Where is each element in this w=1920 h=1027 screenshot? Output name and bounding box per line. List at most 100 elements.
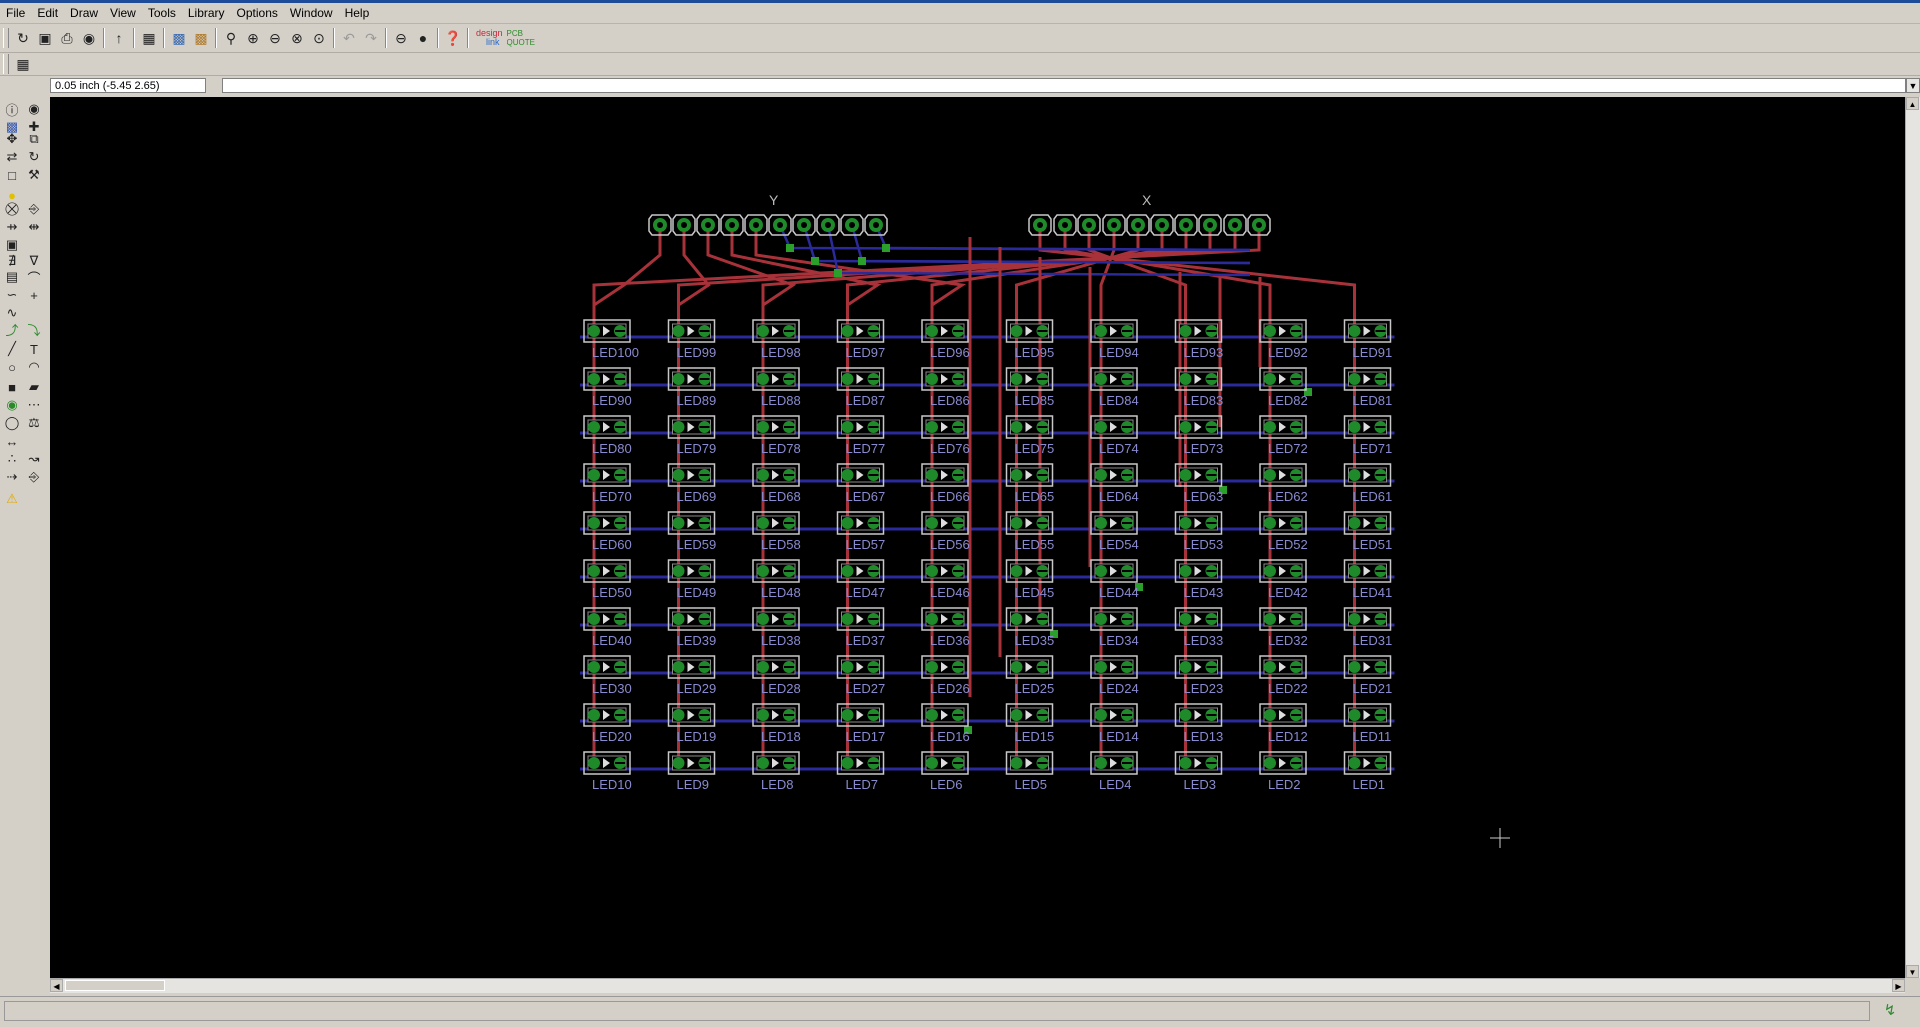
via-icon[interactable]: ◉ <box>3 396 21 414</box>
menu-view[interactable]: View <box>104 3 142 23</box>
print-icon[interactable]: ⎙ <box>56 27 78 49</box>
command-history-dropdown[interactable]: ▼ <box>1906 78 1920 93</box>
scroll-right-icon[interactable]: ▶ <box>1892 979 1905 992</box>
add-icon[interactable]: ⎆ <box>25 200 43 218</box>
text-icon[interactable]: T <box>25 340 43 358</box>
signal-icon[interactable]: ⋯ <box>25 396 43 414</box>
info-icon[interactable]: ⓘ <box>3 100 21 118</box>
menu-help[interactable]: Help <box>339 3 376 23</box>
attribute-icon[interactable]: ⚖ <box>25 414 43 432</box>
led-label: LED97 <box>846 345 886 360</box>
group-icon[interactable]: □ <box>3 166 21 184</box>
toolbar-grip[interactable] <box>3 54 9 74</box>
led-label: LED10 <box>592 777 632 792</box>
move-icon[interactable]: ✥ <box>3 130 21 148</box>
script-icon[interactable]: ↑ <box>108 27 130 49</box>
hole-icon[interactable]: ◯ <box>3 414 21 432</box>
vertical-scrollbar[interactable]: ▲ ▼ <box>1905 97 1920 978</box>
dimension-icon[interactable]: ↔ <box>3 432 21 450</box>
miter-icon[interactable]: ⌒ <box>25 268 43 286</box>
menu-window[interactable]: Window <box>284 3 339 23</box>
go-icon[interactable]: ● <box>412 27 434 49</box>
led-pad-anode <box>1010 421 1023 433</box>
led-pad-anode <box>672 421 685 433</box>
led-label: LED83 <box>1184 393 1224 408</box>
command-input[interactable] <box>222 78 1906 93</box>
zoom-in-icon[interactable]: ⊕ <box>242 27 264 49</box>
stop-icon[interactable]: ⊖ <box>390 27 412 49</box>
value-icon[interactable]: ⇹ <box>25 218 43 236</box>
circle-icon[interactable]: ○ <box>3 358 21 376</box>
airwire-icon[interactable]: ⤵ <box>25 320 43 338</box>
redo-icon[interactable]: ↷ <box>360 27 382 49</box>
header-drill <box>705 222 711 228</box>
copy-icon[interactable]: ⧉ <box>25 130 43 148</box>
scroll-left-icon[interactable]: ◀ <box>50 979 63 992</box>
zoom-select-icon[interactable]: ⊙ <box>308 27 330 49</box>
auto-icon[interactable]: ↝ <box>25 450 43 468</box>
name-icon[interactable]: ⇸ <box>3 218 21 236</box>
wire-icon[interactable]: ⤴ <box>3 320 21 338</box>
open-icon[interactable]: ↻ <box>12 27 34 49</box>
polygon-icon[interactable]: ▰ <box>25 378 43 396</box>
led-pad-anode <box>1264 565 1276 577</box>
zoom-fit-icon[interactable]: ⚲ <box>220 27 242 49</box>
drc-icon[interactable]: ⎆ <box>25 468 43 486</box>
errors-icon[interactable]: ⚠ <box>3 490 21 508</box>
menu-tools[interactable]: Tools <box>142 3 182 23</box>
save-icon[interactable]: ▣ <box>34 27 56 49</box>
via-add-icon[interactable]: + <box>25 286 43 304</box>
ratsnest-icon[interactable]: ∴ <box>3 450 21 468</box>
delete-icon[interactable]: ⛒ <box>3 200 21 218</box>
led-label: LED28 <box>761 681 801 696</box>
led-label: LED26 <box>930 681 970 696</box>
horizontal-scrollbar[interactable]: ◀ ▶ <box>50 978 1905 993</box>
scroll-up-icon[interactable]: ▲ <box>1906 97 1919 110</box>
menu-draw[interactable]: Draw <box>64 3 104 23</box>
route-icon[interactable]: ▤ <box>3 268 21 286</box>
board-svg[interactable]: Y X LED100 LED99 LED98 LED97 LED96 LED95 LED94 LE… <box>50 97 1905 978</box>
board-canvas[interactable]: Y X LED100 LED99 LED98 LED97 LED96 LED95 LED94 LE… <box>50 97 1905 978</box>
menu-edit[interactable]: Edit <box>31 3 64 23</box>
menu-options[interactable]: Options <box>231 3 284 23</box>
led-label: LED9 <box>677 777 710 792</box>
led-pad-anode <box>841 565 854 577</box>
zoom-redraw-icon[interactable]: ⊗ <box>286 27 308 49</box>
led-label: LED51 <box>1353 537 1393 552</box>
led-pad-anode <box>1264 661 1276 673</box>
led-pad-anode <box>1095 469 1107 481</box>
led-label: LED81 <box>1353 393 1393 408</box>
cam-icon[interactable]: ◉ <box>78 27 100 49</box>
help-icon[interactable]: ❓ <box>442 27 464 49</box>
menu-file[interactable]: File <box>0 3 31 23</box>
scroll-down-icon[interactable]: ▼ <box>1906 965 1919 978</box>
led-pad-anode <box>926 421 938 433</box>
led-label: LED23 <box>1184 681 1224 696</box>
erc-icon[interactable]: ⇢ <box>3 468 21 486</box>
mirror-icon[interactable]: ⇄ <box>3 148 21 166</box>
zoom-out-icon[interactable]: ⊖ <box>264 27 286 49</box>
undo-icon[interactable]: ↶ <box>338 27 360 49</box>
ulp-icon[interactable]: ▦ <box>138 27 160 49</box>
toolbar-grip[interactable] <box>3 28 9 48</box>
rotate-icon[interactable]: ↻ <box>25 148 43 166</box>
led-label: LED54 <box>1099 537 1139 552</box>
menu-library[interactable]: Library <box>182 3 231 23</box>
horizontal-scroll-thumb[interactable] <box>65 980 165 991</box>
led-pad-anode <box>588 709 600 721</box>
arc-icon[interactable]: ◠ <box>25 358 43 376</box>
line-icon[interactable]: ╱ <box>3 340 21 358</box>
layer-icon[interactable]: ▩ <box>168 27 190 49</box>
led-pad-anode <box>672 565 685 577</box>
ripup-icon[interactable]: ∽ <box>3 286 21 304</box>
status-ok-icon[interactable]: ↯ <box>1880 1001 1900 1021</box>
led-pad-anode <box>757 709 769 721</box>
design-link-logo[interactable]: design link <box>476 29 503 47</box>
pcb-quote-logo[interactable]: PCB QUOTE <box>507 29 541 47</box>
window-icon[interactable]: ▩ <box>190 27 212 49</box>
change-icon[interactable]: ⚒ <box>25 166 43 184</box>
grid-icon[interactable]: ▦ <box>12 53 34 75</box>
rect-icon[interactable]: ■ <box>3 378 21 396</box>
led-label: LED14 <box>1099 729 1139 744</box>
eye-icon[interactable]: ◉ <box>25 100 43 118</box>
